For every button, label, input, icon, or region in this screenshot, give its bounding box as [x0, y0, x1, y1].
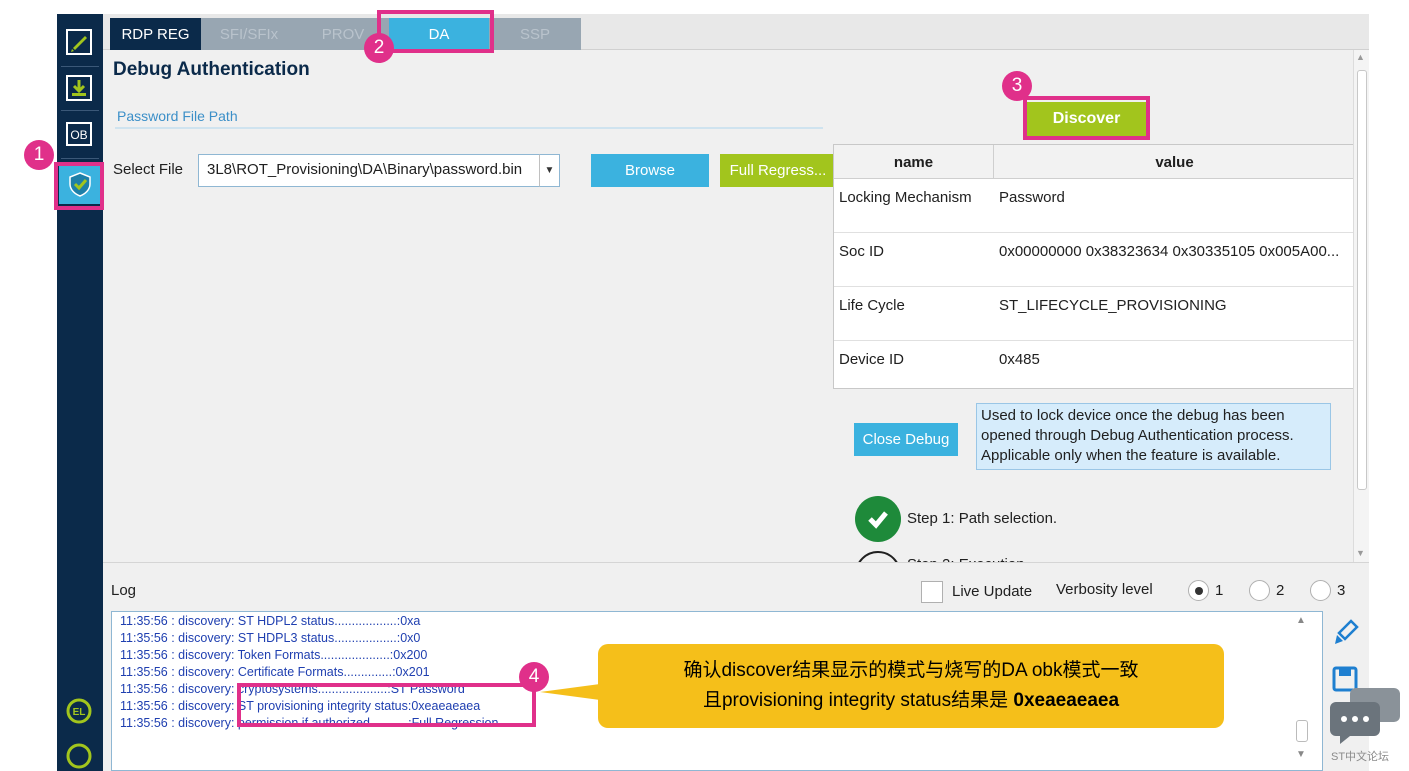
verbosity-label: Verbosity level: [1056, 581, 1153, 598]
full-regression-button[interactable]: Full Regress...: [720, 154, 836, 187]
scroll-down-icon[interactable]: ▼: [1296, 749, 1306, 760]
table-header: name value: [834, 145, 1353, 179]
live-update-checkbox[interactable]: [921, 581, 943, 603]
tab-rdp-reg[interactable]: RDP REG: [110, 18, 201, 50]
ob-icon[interactable]: OB: [63, 118, 95, 150]
log-header: [103, 562, 1369, 602]
el-icon-label: EL: [73, 707, 86, 718]
el-icon[interactable]: EL: [63, 695, 95, 727]
badge-2: 2: [364, 33, 394, 63]
scroll-up-icon[interactable]: ▲: [1296, 615, 1306, 626]
highlight-da-tab: [377, 10, 494, 53]
section-label: Password File Path: [117, 108, 238, 124]
log-label: Log: [111, 582, 137, 599]
page-title: Debug Authentication: [113, 59, 310, 80]
scrollbar-thumb[interactable]: [1357, 70, 1367, 490]
log-line: 11:35:56 : discovery: Certificate Format…: [120, 665, 430, 679]
tab-ssp[interactable]: SSP: [489, 18, 581, 50]
table-row: Life Cycle ST_LIFECYCLE_PROVISIONING: [834, 287, 1353, 341]
verbosity-option-3: 3: [1337, 582, 1346, 599]
right-margin: [1369, 0, 1409, 771]
watermark: ST中文论坛: [1331, 751, 1390, 763]
table-cell-value: 0x485: [999, 351, 1040, 368]
close-debug-button[interactable]: Close Debug: [854, 423, 958, 456]
discovery-table: name value Locking Mechanism Password So…: [833, 144, 1354, 389]
highlight-log-lines: [237, 683, 536, 727]
chat-bubble-icon: [1328, 686, 1404, 751]
ob-icon-label: OB: [70, 128, 87, 142]
tab-sfi-sfix[interactable]: SFI/SFIx: [201, 18, 297, 50]
callout-line-2-text: 且provisioning integrity status结果是: [702, 690, 1014, 711]
highlight-shield: [54, 162, 104, 210]
table-cell-value: Password: [999, 189, 1065, 206]
badge-1: 1: [24, 140, 54, 170]
log-line: 11:35:56 : discovery: ST HDPL2 status...…: [120, 614, 421, 628]
download-icon[interactable]: [63, 72, 95, 104]
scroll-up-icon[interactable]: ▲: [1356, 52, 1365, 62]
table-cell-name: Life Cycle: [839, 297, 905, 314]
verbosity-radio-2[interactable]: [1249, 580, 1270, 601]
clear-log-icon[interactable]: [1331, 617, 1361, 652]
table-row: Locking Mechanism Password: [834, 179, 1353, 233]
log-scrollbar[interactable]: ▲ ▼: [1296, 615, 1310, 771]
table-cell-value: 0x00000000 0x38323634 0x30335105 0x005A0…: [999, 243, 1340, 260]
settings-icon[interactable]: [63, 740, 95, 771]
annotation-callout: 确认discover结果显示的模式与烧写的DA obk模式一致 且provisi…: [598, 644, 1224, 728]
badge-3: 3: [1002, 71, 1032, 101]
table-cell-name: Soc ID: [839, 243, 885, 260]
scrollbar-thumb[interactable]: [1296, 720, 1308, 742]
verbosity-radio-3[interactable]: [1310, 580, 1331, 601]
verbosity-radio-1[interactable]: [1188, 580, 1209, 601]
highlight-discover: [1023, 96, 1150, 140]
callout-line-2: 且provisioning integrity status结果是 0xeaea…: [598, 686, 1224, 716]
table-cell-name: Locking Mechanism: [839, 189, 972, 206]
step-1-label: Step 1: Path selection.: [907, 510, 1058, 527]
log-line: 11:35:56 : discovery: ST HDPL3 status...…: [120, 631, 421, 645]
file-path-input[interactable]: 3L8\ROT_Provisioning\DA\Binary\password.…: [198, 154, 558, 187]
select-file-label: Select File: [113, 161, 184, 178]
callout-pointer: [540, 684, 600, 700]
chevron-down-icon[interactable]: ▼: [539, 154, 560, 187]
vertical-scrollbar[interactable]: ▲ ▼: [1353, 50, 1369, 562]
column-header-value: value: [1155, 153, 1194, 171]
tab-bar: RDP REG SFI/SFIx PROV DA SSP: [103, 14, 1369, 50]
verbosity-option-2: 2: [1276, 582, 1285, 599]
callout-line-2-value: 0xeaeaeaea: [1013, 690, 1120, 711]
table-cell-name: Device ID: [839, 351, 905, 368]
column-header-name: name: [834, 145, 994, 179]
left-sidebar: OB EL: [57, 14, 103, 771]
check-circle-icon: [855, 496, 901, 542]
callout-line-1: 确认discover结果显示的模式与烧写的DA obk模式一致: [683, 660, 1139, 681]
table-cell-value: ST_LIFECYCLE_PROVISIONING: [999, 297, 1227, 314]
close-debug-tooltip: Used to lock device once the debug has b…: [976, 403, 1331, 470]
live-update-label: Live Update: [952, 583, 1033, 600]
verbosity-option-1: 1: [1215, 582, 1224, 599]
table-row: Soc ID 0x00000000 0x38323634 0x30335105 …: [834, 233, 1353, 287]
browse-button[interactable]: Browse: [591, 154, 709, 187]
table-row: Device ID 0x485: [834, 341, 1353, 388]
edit-icon[interactable]: [63, 26, 95, 58]
scroll-down-icon[interactable]: ▼: [1356, 548, 1365, 558]
log-line: 11:35:56 : discovery: Token Formats.....…: [120, 648, 428, 662]
section-divider: [115, 127, 823, 129]
app-window: OB EL RDP REG SFI/SFIx PROV DA SSP Debug…: [0, 0, 1409, 771]
